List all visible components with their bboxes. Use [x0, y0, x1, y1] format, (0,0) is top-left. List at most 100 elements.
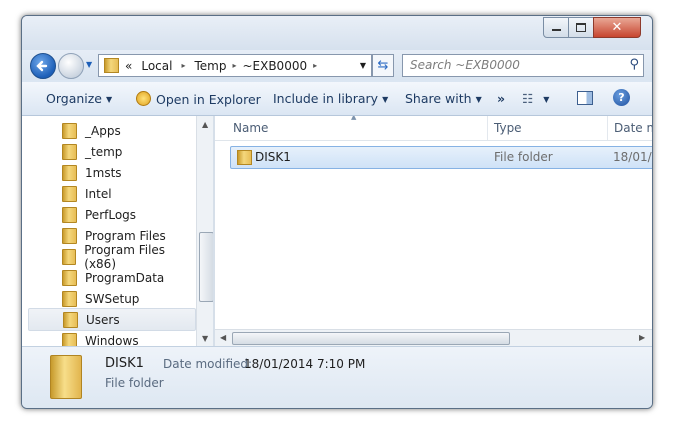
views-icon: ☷ [522, 91, 534, 106]
file-list: ▲ Name Type Date m DISK1 File folder 18/… [215, 116, 652, 346]
nav-item-label: ProgramData [85, 270, 165, 285]
scroll-down-icon[interactable]: ▼ [202, 334, 208, 343]
include-in-library-menu[interactable]: Include in library ▼ [273, 91, 388, 106]
nav-item-temp[interactable]: _temp [32, 141, 194, 162]
column-name[interactable]: Name [233, 121, 268, 135]
folder-icon [62, 269, 77, 286]
chevron-down-icon: ▼ [382, 95, 389, 104]
scrollbar-thumb[interactable] [199, 232, 214, 302]
nav-item-label: PerfLogs [85, 207, 137, 222]
file-type: File folder [494, 150, 553, 164]
breadcrumb-separator[interactable]: ▸ [313, 61, 317, 70]
forward-button[interactable] [58, 53, 84, 79]
nav-item-apps[interactable]: _Apps [32, 120, 194, 141]
forward-icon [59, 54, 83, 78]
nav-item-users[interactable]: Users [28, 308, 196, 331]
title-bar: ✕ [22, 16, 652, 50]
nav-item-label: Program Files [85, 228, 166, 243]
recent-pages-dropdown[interactable]: ▼ [86, 60, 92, 69]
share-with-label: Share with [405, 91, 472, 106]
details-pane: DISK1 Date modified: 18/01/2014 7:10 PM … [22, 346, 652, 408]
column-divider[interactable] [607, 116, 608, 140]
views-button[interactable]: ☷ ▼ [522, 91, 549, 106]
breadcrumb-overflow[interactable]: « [125, 59, 132, 73]
table-row[interactable]: DISK1 File folder 18/01/ [230, 146, 652, 169]
folder-icon [62, 164, 77, 181]
breadcrumb-local[interactable]: Local [141, 59, 172, 73]
search-input[interactable]: Search ~EXB0000 ⚲ [402, 54, 644, 77]
preview-pane-button[interactable] [577, 91, 593, 108]
nav-item-label: SWSetup [85, 291, 140, 306]
folder-icon [62, 248, 77, 265]
explorer-window: ✕ ▼ « Local ▸ Temp ▸ ~EXB0000 ▸ ▼ ⇆ Sear… [21, 15, 653, 409]
folder-icon [62, 143, 77, 160]
details-type: File folder [105, 376, 164, 390]
column-headers: ▲ Name Type Date m [215, 116, 652, 141]
close-button[interactable]: ✕ [593, 17, 641, 38]
open-in-explorer-label: Open in Explorer [156, 92, 261, 107]
chevron-down-icon: ▼ [543, 95, 550, 104]
address-dropdown-icon[interactable]: ▼ [360, 61, 366, 70]
scroll-up-icon[interactable]: ▲ [202, 120, 208, 129]
chevron-down-icon: ▼ [106, 95, 113, 104]
breadcrumb-separator[interactable]: ▸ [181, 61, 185, 70]
column-type[interactable]: Type [494, 121, 522, 135]
breadcrumb-temp[interactable]: Temp [194, 59, 226, 73]
nav-item-swsetup[interactable]: SWSetup [32, 288, 194, 309]
nav-item-label: Users [86, 312, 120, 327]
refresh-button[interactable]: ⇆ [372, 54, 394, 77]
nav-item-programdata[interactable]: ProgramData [32, 267, 194, 288]
more-commands-button[interactable]: » [497, 91, 505, 106]
folder-icon [50, 355, 82, 399]
details-date-label: Date modified: [163, 357, 253, 371]
breadcrumb-current[interactable]: ~EXB0000 [242, 59, 307, 73]
search-placeholder: Search ~EXB0000 [410, 58, 520, 72]
include-in-library-label: Include in library [273, 91, 379, 106]
nav-item-label: 1msts [85, 165, 122, 180]
folder-icon [63, 311, 78, 328]
nav-item-program-files-x86[interactable]: Program Files (x86) [32, 243, 194, 271]
address-row: ▼ « Local ▸ Temp ▸ ~EXB0000 ▸ ▼ ⇆ Search… [22, 50, 652, 80]
back-button[interactable] [30, 53, 56, 79]
nav-item-label: Intel [85, 186, 112, 201]
nav-item-1msts[interactable]: 1msts [32, 162, 194, 183]
open-in-explorer-button[interactable]: Open in Explorer [136, 91, 261, 107]
refresh-icon: ⇆ [377, 58, 389, 73]
minimize-button[interactable] [543, 17, 569, 38]
nav-item-perflogs[interactable]: PerfLogs [32, 204, 194, 225]
scroll-left-icon[interactable]: ◀ [220, 333, 226, 342]
help-icon: ? [613, 89, 630, 106]
file-date: 18/01/ [613, 150, 652, 164]
address-bar[interactable]: « Local ▸ Temp ▸ ~EXB0000 ▸ ▼ [98, 54, 372, 77]
scrollbar-thumb[interactable] [232, 332, 510, 345]
preview-pane-icon [577, 91, 593, 105]
close-icon: ✕ [611, 20, 623, 35]
details-name: DISK1 [105, 356, 144, 371]
column-divider[interactable] [487, 116, 488, 140]
nav-scrollbar[interactable]: ▲ ▼ [196, 116, 214, 346]
column-date-modified[interactable]: Date m [614, 121, 652, 135]
search-icon[interactable]: ⚲ [629, 57, 639, 72]
help-button[interactable]: ? [613, 89, 630, 106]
share-with-menu[interactable]: Share with ▼ [405, 91, 482, 106]
minimize-icon [551, 29, 561, 31]
maximize-icon [576, 23, 586, 32]
more-commands-label: » [497, 91, 506, 106]
back-icon [36, 60, 48, 72]
organize-label: Organize [46, 91, 102, 106]
nav-item-label: _temp [85, 144, 123, 159]
nav-item-label: _Apps [85, 123, 121, 138]
folder-icon [62, 290, 77, 307]
file-list-hscrollbar[interactable]: ◀ ▶ [215, 329, 652, 347]
folder-icon [62, 185, 77, 202]
nav-item-intel[interactable]: Intel [32, 183, 194, 204]
details-date-value: 18/01/2014 7:10 PM [244, 357, 366, 371]
folder-icon [237, 150, 252, 165]
organize-menu[interactable]: Organize ▼ [46, 91, 112, 106]
folder-icon [62, 122, 77, 139]
breadcrumb-separator[interactable]: ▸ [232, 61, 236, 70]
file-name: DISK1 [255, 150, 291, 164]
scroll-right-icon[interactable]: ▶ [639, 333, 645, 342]
maximize-button[interactable] [568, 17, 594, 38]
chevron-down-icon: ▼ [475, 95, 482, 104]
